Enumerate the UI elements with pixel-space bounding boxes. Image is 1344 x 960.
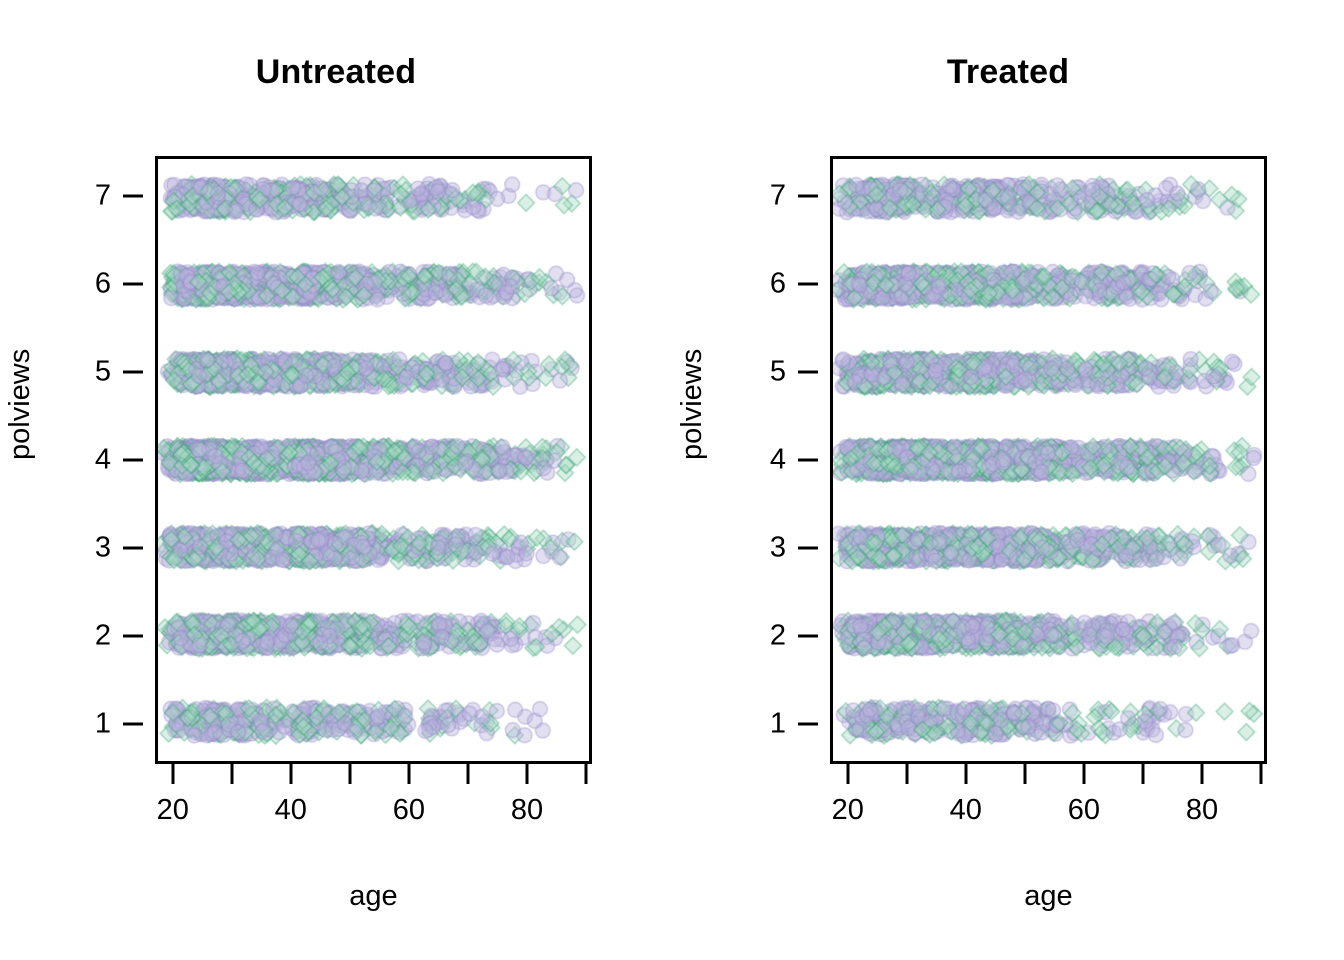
scatter-canvas-treated [833,159,1264,761]
x-tick-mark [466,764,470,784]
y-tick-mark [798,634,818,638]
x-tick-mark [289,764,293,784]
y-tick-label: 2 [769,619,786,652]
x-tick-label: 40 [274,794,307,826]
x-tick-label: 20 [831,794,864,826]
y-tick-mark [123,370,143,374]
y-axis-title-untreated: polviews [4,348,36,460]
scatter-canvas-untreated [158,159,589,761]
x-tick-mark [1200,764,1204,784]
panel-title-untreated: Untreated [255,53,417,91]
y-tick-label: 7 [769,179,786,212]
x-tick-label: 60 [1067,794,1101,826]
panel-title-treated: Treated [946,53,1070,91]
y-tick-label: 3 [769,531,786,564]
x-tick-mark [1023,764,1027,784]
y-tick-mark [123,282,143,286]
x-tick-mark [584,764,588,784]
y-tick-label: 3 [94,531,111,564]
x-tick-label: 80 [1185,794,1219,826]
y-tick-label: 1 [769,707,786,740]
y-tick-mark [123,546,143,550]
figure-root: Untreated 1234567 20 40 60 80 age polviews … [0,0,1344,960]
y-tick-mark [123,634,143,638]
panel-treated: Treated 1 2 3 4 5 6 7 20 40 60 80 age polviews [672,0,1344,960]
x-tick-label: 40 [949,794,982,826]
y-tick-label: 5 [769,355,786,388]
plot-area-treated [830,156,1267,764]
y-axis-treated: 1 2 3 4 5 6 7 [672,156,830,764]
x-tick-label: 20 [156,794,189,826]
panel-untreated: Untreated 1 2 3 4 5 6 7 20 40 60 80 age polviews [0,0,672,960]
x-tick-mark [525,764,529,784]
y-tick-mark [798,194,818,198]
y-axis-untreated: 1 2 3 4 5 6 7 [0,156,155,764]
y-tick-label: 5 [94,355,111,388]
y-tick-label: 1 [94,707,111,740]
x-tick-mark [905,764,909,784]
y-tick-mark [798,722,818,726]
x-tick-label: 80 [510,794,544,826]
y-tick-mark [798,370,818,374]
x-tick-mark [407,764,411,784]
x-tick-mark [171,764,175,784]
x-axis-untreated: 20 40 60 80 [155,764,592,884]
x-tick-mark [230,764,234,784]
x-axis-treated: 20 40 60 80 [830,764,1267,884]
y-axis-title-treated: polviews [676,348,708,460]
y-tick-label: 6 [769,267,786,300]
y-tick-mark [798,282,818,286]
x-tick-mark [964,764,968,784]
y-tick-label: 4 [94,443,111,476]
x-tick-mark [348,764,352,784]
y-tick-label: 4 [769,443,786,476]
y-tick-label: 7 [94,179,111,212]
x-tick-label: 60 [392,794,426,826]
y-tick-label: 6 [94,267,111,300]
y-tick-mark [798,546,818,550]
x-axis-title-treated: age [1024,880,1073,912]
x-axis-title-untreated: age [349,880,398,912]
y-tick-mark [123,722,143,726]
y-tick-mark [123,458,143,462]
plot-area-untreated [155,156,592,764]
y-tick-mark [123,194,143,198]
x-tick-mark [1259,764,1263,784]
x-tick-mark [1082,764,1086,784]
y-tick-mark [798,458,818,462]
x-tick-mark [1141,764,1145,784]
y-tick-label: 2 [94,619,111,652]
x-tick-mark [846,764,850,784]
